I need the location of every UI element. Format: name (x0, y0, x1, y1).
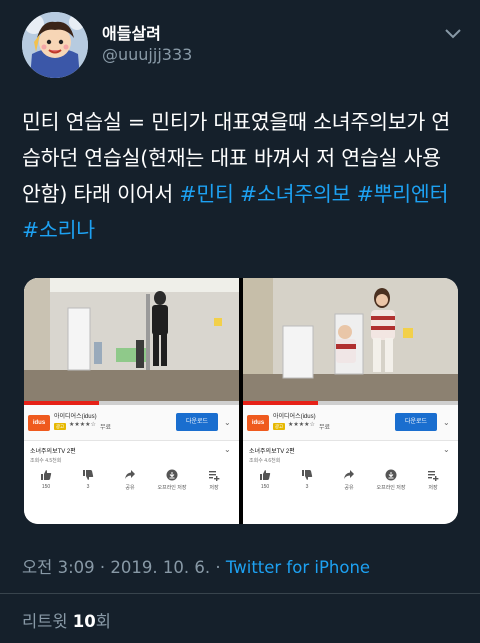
ad-price: 무료 (100, 425, 112, 431)
download-button[interactable]: 오프라인 저장 (152, 469, 192, 499)
like-count: 150 (41, 484, 51, 490)
youtube-sheet-2: idus 아이디어스(idus) 광고 ★★★★☆ 무료 다운로드 ⌄ 소녀주의… (243, 405, 458, 524)
media-grid[interactable]: idus 아이디어스(idus) 광고 ★★★★☆ 무료 다운로드 ⌄ 소녀주의… (24, 278, 458, 524)
video-actions: 150 3 공유 오프라인 저장 저장 (243, 469, 458, 499)
video-frame-2 (243, 278, 458, 402)
youtube-sheet-1: idus 아이디어스(idus) 광고 ★★★★☆ 무료 다운로드 ⌄ 소녀주의… (24, 405, 239, 524)
install-button[interactable]: 다운로드 (176, 413, 218, 431)
thumbs-up-icon (41, 470, 52, 480)
save-button[interactable]: 저장 (413, 469, 453, 499)
share-button[interactable]: 공유 (110, 469, 150, 499)
ad-banner[interactable]: idus 아이디어스(idus) 광고 ★★★★☆ 무료 다운로드 ⌄ (243, 405, 458, 441)
retweet-stats[interactable]: 리트윗 10회 (22, 608, 111, 632)
media-image-1[interactable]: idus 아이디어스(idus) 광고 ★★★★☆ 무료 다운로드 ⌄ 소녀주의… (24, 278, 239, 524)
tweet-time[interactable]: 오전 3:09 (22, 558, 95, 577)
like-button[interactable]: 150 (26, 469, 66, 499)
ad-rating: ★★★★☆ (288, 421, 315, 428)
share-icon (344, 470, 354, 479)
thumbs-down-icon (83, 470, 94, 480)
dislike-button[interactable]: 3 (68, 469, 108, 499)
save-label: 저장 (428, 485, 438, 491)
download-icon (166, 469, 178, 481)
video-views: 조회수 4.5천회 (30, 458, 62, 464)
tweet-header: 애들살려 @uuujjj333 (22, 12, 462, 80)
meta-separator: · (94, 558, 111, 577)
display-name[interactable]: 애들살려 (102, 20, 161, 44)
retweet-label-prefix: 리트윗 (22, 612, 73, 631)
download-label: 오프라인 저장 (157, 485, 187, 491)
share-label: 공유 (125, 485, 135, 491)
like-count: 150 (260, 484, 270, 490)
tweet-meta: 오전 3:09 · 2019. 10. 6. · Twitter for iPh… (22, 554, 370, 578)
dislike-count: 3 (86, 484, 90, 490)
divider (0, 593, 480, 594)
user-handle[interactable]: @uuujjj333 (102, 45, 192, 64)
share-label: 공유 (344, 485, 354, 491)
chevron-down-icon[interactable]: ⌄ (443, 418, 450, 427)
retweet-count: 10 (72, 612, 96, 631)
media-image-2[interactable]: idus 아이디어스(idus) 광고 ★★★★☆ 무료 다운로드 ⌄ 소녀주의… (243, 278, 458, 524)
hashtag-girls-alert[interactable]: #소녀주의보 (240, 182, 350, 206)
video-title: 소녀주의보TV 2편 (30, 449, 76, 455)
video-actions: 150 3 공유 오프라인 저장 저장 (24, 469, 239, 499)
download-button[interactable]: 오프라인 저장 (371, 469, 411, 499)
meta-separator: · (210, 558, 226, 577)
playlist-add-icon (209, 471, 220, 481)
hashtag-sorina[interactable]: #소리나 (22, 218, 95, 242)
chevron-down-icon[interactable]: ⌄ (224, 445, 231, 454)
playlist-add-icon (428, 471, 439, 481)
ad-price: 무료 (319, 425, 331, 431)
share-button[interactable]: 공유 (329, 469, 369, 499)
cartoon-avatar-image (22, 12, 88, 78)
download-label: 오프라인 저장 (376, 485, 406, 491)
hashtag-minti[interactable]: #민티 (179, 182, 233, 206)
download-icon (385, 469, 397, 481)
dislike-button[interactable]: 3 (287, 469, 327, 499)
video-title: 소녀주의보TV 2편 (249, 449, 295, 455)
ad-rating: ★★★★☆ (69, 421, 96, 428)
ad-banner[interactable]: idus 아이디어스(idus) 광고 ★★★★☆ 무료 다운로드 ⌄ (24, 405, 239, 441)
ad-tag: 광고 (54, 423, 66, 430)
share-icon (125, 470, 135, 479)
chevron-down-icon[interactable] (444, 26, 462, 40)
ad-tag: 광고 (273, 423, 285, 430)
tweet-date[interactable]: 2019. 10. 6. (110, 558, 210, 577)
ad-app-name: 아이디어스(idus) (273, 414, 316, 420)
video-frame-1 (24, 278, 239, 402)
idus-logo: idus (28, 415, 50, 431)
thumbs-down-icon (302, 470, 313, 480)
tweet-text: 민티 연습실 = 민티가 대표였을때 소녀주의보가 연습하던 연습실(현재는 대… (22, 104, 462, 248)
install-button[interactable]: 다운로드 (395, 413, 437, 431)
dislike-count: 3 (305, 484, 309, 490)
tweet-source[interactable]: Twitter for iPhone (226, 558, 370, 577)
hashtag-ppuri-ent[interactable]: #뿌리엔터 (357, 182, 449, 206)
idus-logo: idus (247, 415, 269, 431)
video-views: 조회수 4.6천회 (249, 458, 281, 464)
avatar[interactable] (22, 12, 88, 78)
ad-app-name: 아이디어스(idus) (54, 414, 97, 420)
retweet-label-suffix: 회 (95, 612, 111, 631)
like-button[interactable]: 150 (245, 469, 285, 499)
save-label: 저장 (209, 485, 219, 491)
chevron-down-icon[interactable]: ⌄ (443, 445, 450, 454)
thumbs-up-icon (260, 470, 271, 480)
chevron-down-icon[interactable]: ⌄ (224, 418, 231, 427)
save-button[interactable]: 저장 (194, 469, 234, 499)
